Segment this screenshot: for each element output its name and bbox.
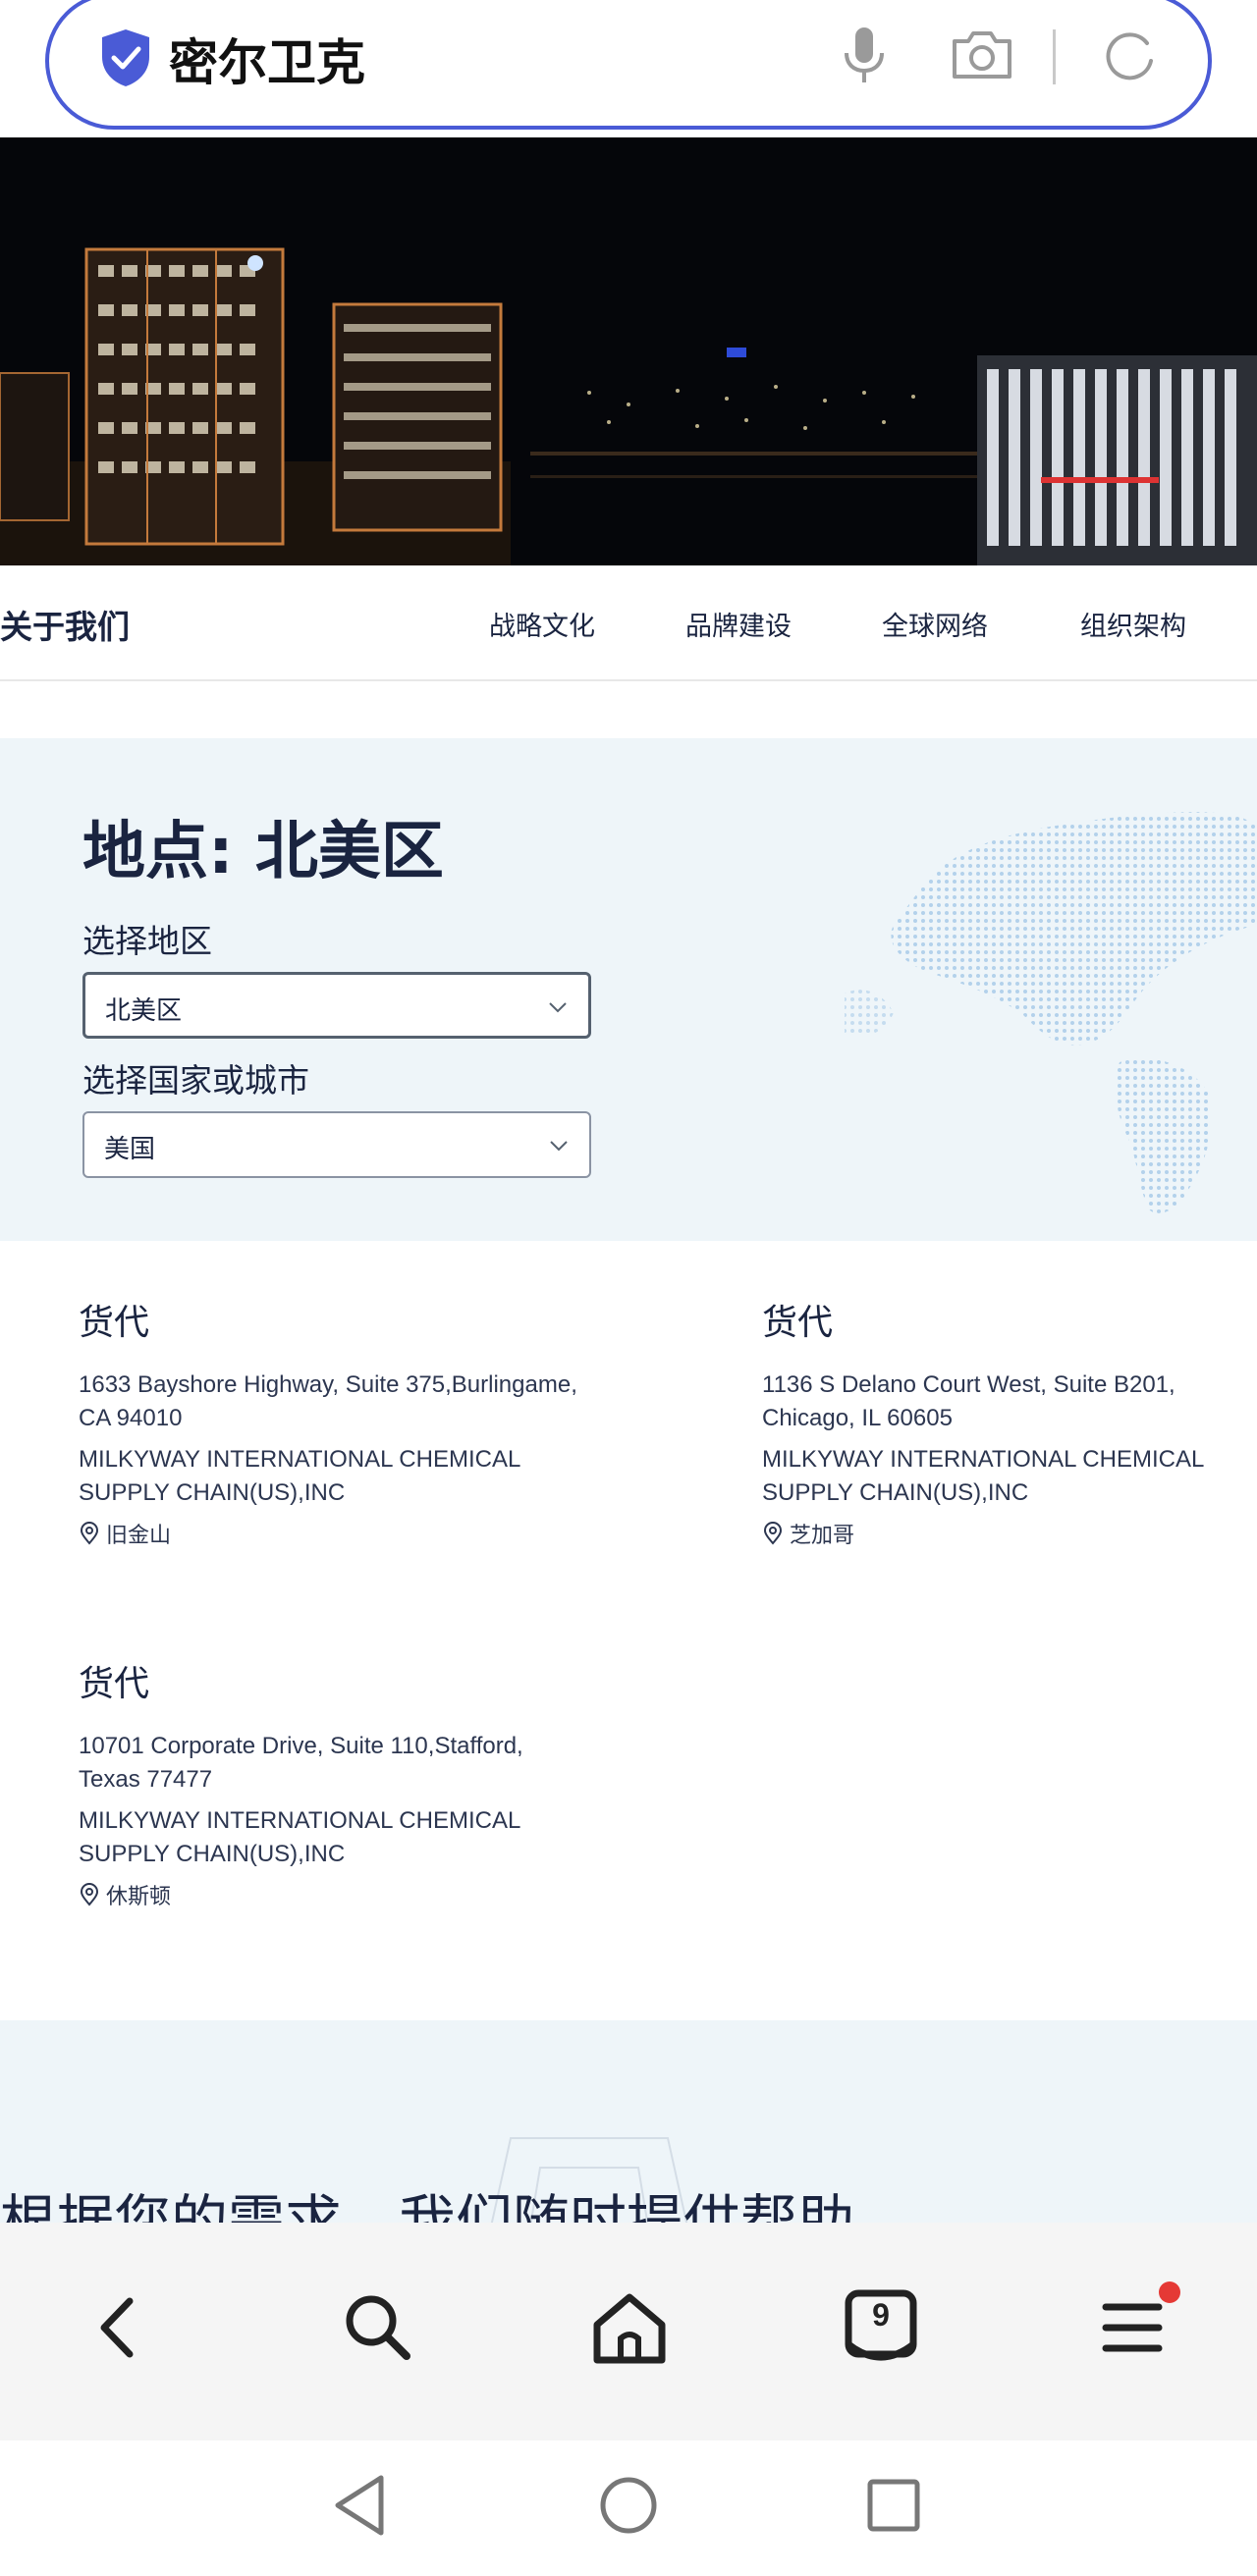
office-type: 货代	[79, 1664, 150, 1704]
about-subnav: 关于我们 战略文化 品牌建设 全球网络 组织架构	[0, 565, 1257, 681]
home-icon[interactable]	[585, 2283, 674, 2372]
region-select-label: 选择地区	[82, 922, 212, 960]
help-heading: 根据您的需求，我们随时提供帮助	[0, 2188, 855, 2227]
search-box[interactable]: 密尔卫克	[45, 0, 1212, 130]
back-icon[interactable]	[79, 2283, 167, 2372]
camera-icon[interactable]	[949, 27, 1015, 82]
chevron-down-icon	[550, 1141, 568, 1152]
office-card: 货代 1633 Bayshore Highway, Suite 375,Burl…	[79, 1294, 589, 1549]
microphone-icon[interactable]	[835, 24, 894, 86]
region-title: 地点: 北美区	[82, 816, 444, 888]
search-query[interactable]: 密尔卫克	[169, 24, 365, 94]
office-company: MILKYWAY INTERNATIONAL CHEMICAL SUPPLY C…	[79, 1807, 520, 1867]
office-city-name: 休斯顿	[106, 1885, 172, 1909]
refresh-icon[interactable]	[1100, 26, 1159, 84]
region-select[interactable]: 北美区	[82, 972, 591, 1039]
chevron-down-icon	[549, 1002, 567, 1013]
office-card: 货代 1136 S Delano Court West, Suite B201,…	[762, 1294, 1257, 1549]
shield-check-icon	[102, 29, 149, 86]
browser-address-bar: 密尔卫克	[0, 0, 1257, 137]
office-company: MILKYWAY INTERNATIONAL CHEMICAL SUPPLY C…	[762, 1446, 1204, 1506]
system-nav-bar	[0, 2441, 1257, 2576]
country-select-label: 选择国家或城市	[82, 1061, 309, 1100]
office-type: 货代	[79, 1303, 150, 1343]
browser-toolbar: 9	[0, 2223, 1257, 2441]
office-address: 1633 Bayshore Highway, Suite 375,Burling…	[79, 1371, 577, 1431]
region-selector-section: 地点: 北美区 选择地区 北美区 选择国家或城市 美国	[0, 738, 1257, 1241]
office-city: 休斯顿	[79, 1879, 589, 1910]
location-pin-icon	[80, 1883, 99, 1906]
system-home-icon[interactable]	[589, 2466, 668, 2545]
tabs-count: 9	[872, 2297, 890, 2333]
system-recents-icon[interactable]	[854, 2466, 933, 2545]
system-back-icon[interactable]	[322, 2466, 401, 2545]
office-company: MILKYWAY INTERNATIONAL CHEMICAL SUPPLY C…	[79, 1446, 520, 1506]
nav-item-global-network[interactable]: 全球网络	[882, 605, 988, 643]
office-city: 芝加哥	[762, 1518, 1257, 1549]
hero-banner-image	[0, 137, 1257, 565]
tabs-button[interactable]: 9	[837, 2283, 925, 2372]
nav-item-strategy-culture[interactable]: 战略文化	[489, 605, 595, 643]
country-select-value: 美国	[104, 1135, 156, 1164]
nav-item-brand-building[interactable]: 品牌建设	[685, 605, 792, 643]
location-pin-icon	[763, 1522, 783, 1545]
office-city-name: 芝加哥	[790, 1524, 855, 1548]
country-select[interactable]: 美国	[82, 1111, 591, 1178]
location-pin-icon	[80, 1522, 99, 1545]
office-address: 1136 S Delano Court West, Suite B201, Ch…	[762, 1371, 1175, 1431]
nav-item-org-structure[interactable]: 组织架构	[1080, 605, 1186, 643]
search-icon[interactable]	[334, 2283, 422, 2372]
notification-dot	[1159, 2281, 1180, 2303]
region-select-value: 北美区	[105, 996, 183, 1026]
world-map-dots-illustration	[845, 812, 1257, 1213]
office-type: 货代	[762, 1303, 834, 1343]
office-address: 10701 Corporate Drive, Suite 110,Staffor…	[79, 1733, 523, 1793]
help-section: 根据您的需求，我们随时提供帮助	[0, 2020, 1257, 2227]
office-card: 货代 10701 Corporate Drive, Suite 110,Staf…	[79, 1655, 589, 1910]
office-city-name: 旧金山	[106, 1524, 172, 1548]
office-city: 旧金山	[79, 1518, 589, 1549]
night-buildings-illustration	[0, 137, 1257, 565]
nav-title-about-us[interactable]: 关于我们	[0, 601, 130, 648]
address-bar-divider	[1053, 29, 1056, 84]
